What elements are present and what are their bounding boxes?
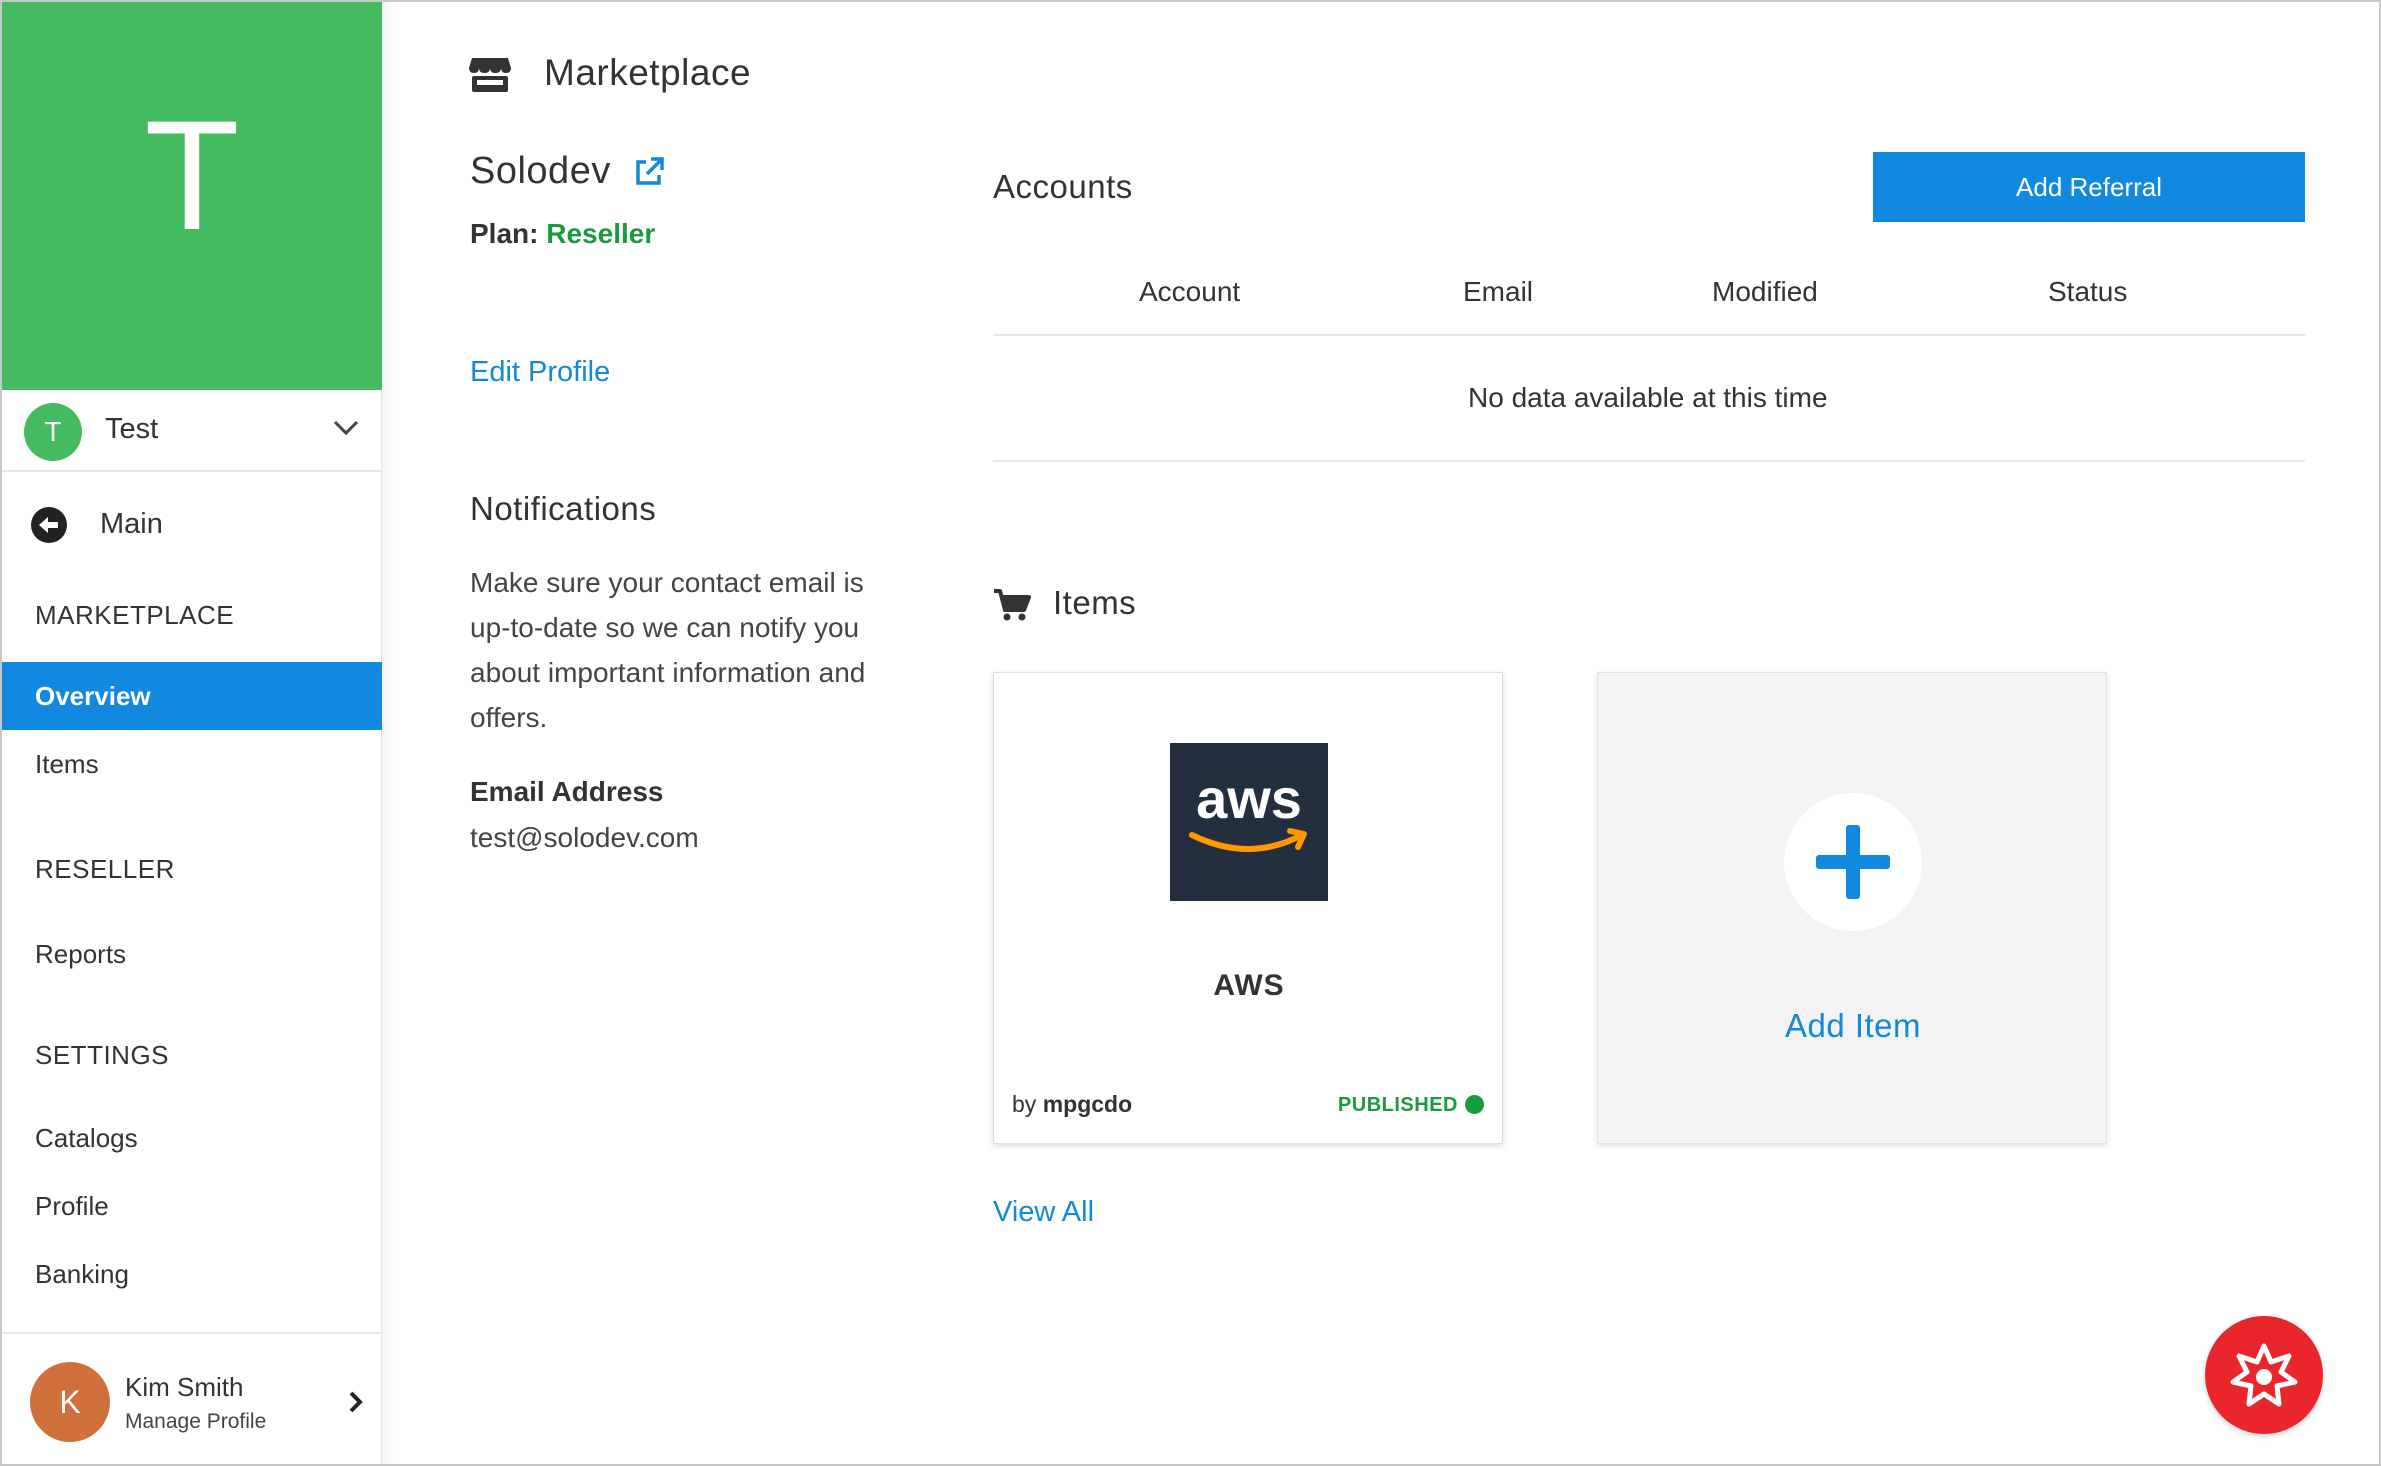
sidebar-item-catalogs[interactable]: Catalogs xyxy=(2,1104,382,1172)
account-avatar: T xyxy=(24,403,82,461)
section-reseller: RESELLER xyxy=(35,854,175,884)
sidebar-item-banking[interactable]: Banking xyxy=(2,1240,382,1308)
sidebar-item-label: Reports xyxy=(35,939,127,969)
sidebar-item-label: Profile xyxy=(35,1191,109,1221)
sidebar-item-profile[interactable]: Profile xyxy=(2,1172,382,1240)
status-dot xyxy=(1465,1095,1484,1114)
item-author: by mpgcdo xyxy=(1012,1091,1132,1118)
manage-profile-link[interactable]: Manage Profile xyxy=(125,1410,266,1434)
nav-main-label: Main xyxy=(100,508,163,540)
plus-icon xyxy=(1816,825,1890,899)
account-name: Test xyxy=(105,413,159,445)
item-author-name: mpgcdo xyxy=(1042,1091,1133,1117)
add-item-card[interactable]: Add Item xyxy=(1597,672,2107,1144)
sidebar-item-reports[interactable]: Reports xyxy=(2,920,382,988)
sidebar-shadow xyxy=(382,2,394,1464)
page-title: Marketplace xyxy=(544,52,752,93)
aws-logo: aws xyxy=(1170,743,1328,901)
accounts-title: Accounts xyxy=(993,168,1133,205)
column-status[interactable]: Status xyxy=(2048,276,2127,308)
section-settings: SETTINGS xyxy=(35,1040,170,1070)
sidebar-item-items[interactable]: Items xyxy=(2,730,382,798)
column-email[interactable]: Email xyxy=(1463,276,1533,308)
sidebar-item-label: Items xyxy=(35,749,99,779)
accounts-table-header: Account Email Modified Status xyxy=(993,270,2305,336)
empty-message: No data available at this time xyxy=(1468,382,1828,413)
sidebar: T T Test Main MARKETPLACE Overview Items… xyxy=(2,2,382,1464)
notifications-title: Notifications xyxy=(470,490,657,527)
item-author-prefix: by xyxy=(1012,1091,1037,1117)
user-name: Kim Smith xyxy=(125,1372,244,1402)
notifications-text: Make sure your contact email is up-to-da… xyxy=(470,567,866,733)
accounts-table-empty: No data available at this time xyxy=(993,336,2305,462)
avatar: K xyxy=(30,1362,110,1442)
brand-tile: T xyxy=(2,2,382,390)
plan-label: Plan: xyxy=(470,218,539,249)
section-marketplace: MARKETPLACE xyxy=(35,600,235,630)
add-referral-button[interactable]: Add Referral xyxy=(1873,152,2305,222)
sidebar-item-label: Banking xyxy=(35,1259,129,1289)
store-icon xyxy=(469,58,511,92)
column-modified[interactable]: Modified xyxy=(1712,276,1818,308)
nav-main[interactable]: Main xyxy=(2,494,382,554)
add-item-label: Add Item xyxy=(1784,1007,1922,1044)
help-fab-button[interactable] xyxy=(2205,1316,2323,1434)
sidebar-item-label: Overview xyxy=(35,681,151,711)
plus-circle xyxy=(1784,793,1922,931)
user-profile-footer[interactable]: K Kim Smith Manage Profile xyxy=(2,1332,382,1464)
cart-icon xyxy=(994,589,1031,621)
column-account[interactable]: Account xyxy=(1139,276,1240,308)
view-all-link[interactable]: View All xyxy=(993,1196,1094,1229)
plan-value: Reseller xyxy=(546,218,656,249)
aws-logo-text: aws xyxy=(1196,767,1302,830)
plan-line: Plan: Reseller xyxy=(470,218,655,250)
sidebar-item-label: Catalogs xyxy=(35,1123,138,1153)
back-arrow-icon xyxy=(31,507,67,543)
email-label: Email Address xyxy=(470,776,664,807)
sidebar-item-overview[interactable]: Overview xyxy=(2,662,382,730)
account-switcher[interactable]: T Test xyxy=(2,390,382,472)
items-title: Items xyxy=(1053,584,1137,621)
status-badge: PUBLISHED xyxy=(1337,1094,1458,1116)
chevron-down-icon xyxy=(333,420,359,436)
brand-letter: T xyxy=(144,89,240,263)
help-burst-icon xyxy=(2230,1343,2298,1407)
item-card-aws[interactable]: aws AWS by mpgcdo PUBLISHED xyxy=(993,672,1503,1144)
external-link-icon[interactable] xyxy=(633,156,665,188)
aws-logo-mark: aws xyxy=(1189,767,1307,852)
chevron-right-icon xyxy=(349,1391,363,1413)
item-name: AWS xyxy=(1213,969,1285,1002)
edit-profile-link[interactable]: Edit Profile xyxy=(470,356,610,389)
email-value: test@solodev.com xyxy=(470,822,699,853)
org-name: Solodev xyxy=(470,150,611,192)
